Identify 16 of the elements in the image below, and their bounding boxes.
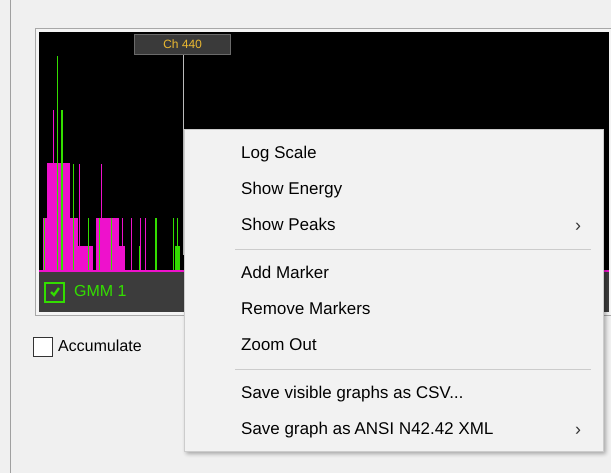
accumulate-checkbox[interactable] [33, 337, 53, 357]
submenu-arrow-icon: › [575, 416, 581, 442]
submenu-arrow-icon: › [575, 212, 581, 238]
channel-marker-label: Ch 440 [134, 34, 231, 55]
menu-item[interactable]: Save visible graphs as CSV... [185, 375, 603, 411]
menu-item[interactable]: Zoom Out [185, 327, 603, 363]
series-checkbox[interactable] [44, 282, 65, 302]
checkbox-label: Accumulate [58, 337, 142, 357]
menu-item[interactable]: Save graph as ANSI N42.42 XML › [185, 411, 603, 447]
menu-item[interactable]: Remove Markers [185, 291, 603, 327]
menu-item[interactable]: Log Scale [185, 135, 603, 171]
check-icon [48, 286, 60, 298]
menu-item[interactable]: Add Marker [185, 255, 603, 291]
menu-item[interactable]: Show Energy [185, 171, 603, 207]
series-label: GMM 1 [74, 282, 126, 302]
menu-item[interactable]: Show Peaks › [185, 207, 603, 243]
